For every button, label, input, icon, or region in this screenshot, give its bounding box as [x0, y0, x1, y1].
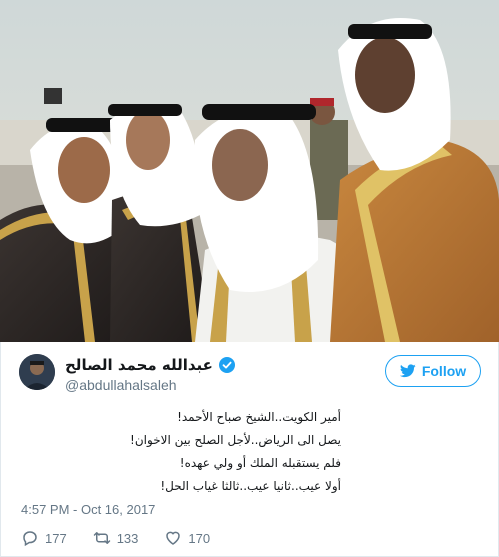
reply-count: 177: [45, 530, 67, 546]
retweet-count: 133: [116, 530, 139, 546]
tweet-actions: 177 133 170: [21, 529, 236, 547]
follow-button-label: Follow: [421, 363, 467, 379]
avatar[interactable]: [19, 354, 55, 390]
reply-button[interactable]: 177: [21, 529, 67, 547]
twitter-bird-icon: [399, 364, 416, 378]
like-button[interactable]: 170: [164, 529, 210, 547]
follow-button[interactable]: Follow: [385, 355, 481, 387]
tweet-line: أمير الكويت..الشيخ صباح الأحمد!: [177, 410, 341, 424]
author-handle[interactable]: @abdullahalsaleh: [65, 377, 235, 393]
like-count: 170: [188, 530, 211, 546]
tweet-line: فلم يستقبله الملك أو ولي عهده!: [179, 456, 341, 470]
retweet-icon: [93, 532, 110, 544]
retweet-button[interactable]: 133: [93, 529, 139, 547]
verified-badge-icon: [218, 357, 235, 373]
tweet-timestamp[interactable]: 4:57 PM - Oct 16, 2017: [21, 502, 155, 517]
reply-icon: [23, 531, 37, 547]
tweet-photo[interactable]: [0, 0, 499, 342]
tweet-line: يصل الى الرياض..لأجل الصلح بين الاخوان!: [130, 433, 341, 447]
author-block: عبدالله محمد الصالح @abdullahalsaleh: [65, 356, 235, 393]
tweet-card: عبدالله محمد الصالح @abdullahalsaleh Fol…: [0, 342, 499, 557]
author-display-name[interactable]: عبدالله محمد الصالح: [65, 356, 213, 374]
tweet-text: أمير الكويت..الشيخ صباح الأحمد! يصل الى …: [21, 406, 341, 498]
heart-icon: [166, 531, 181, 545]
tweet-line: أولا عيب..ثانيا عيب..ثالثا غياب الحل!: [160, 479, 341, 493]
